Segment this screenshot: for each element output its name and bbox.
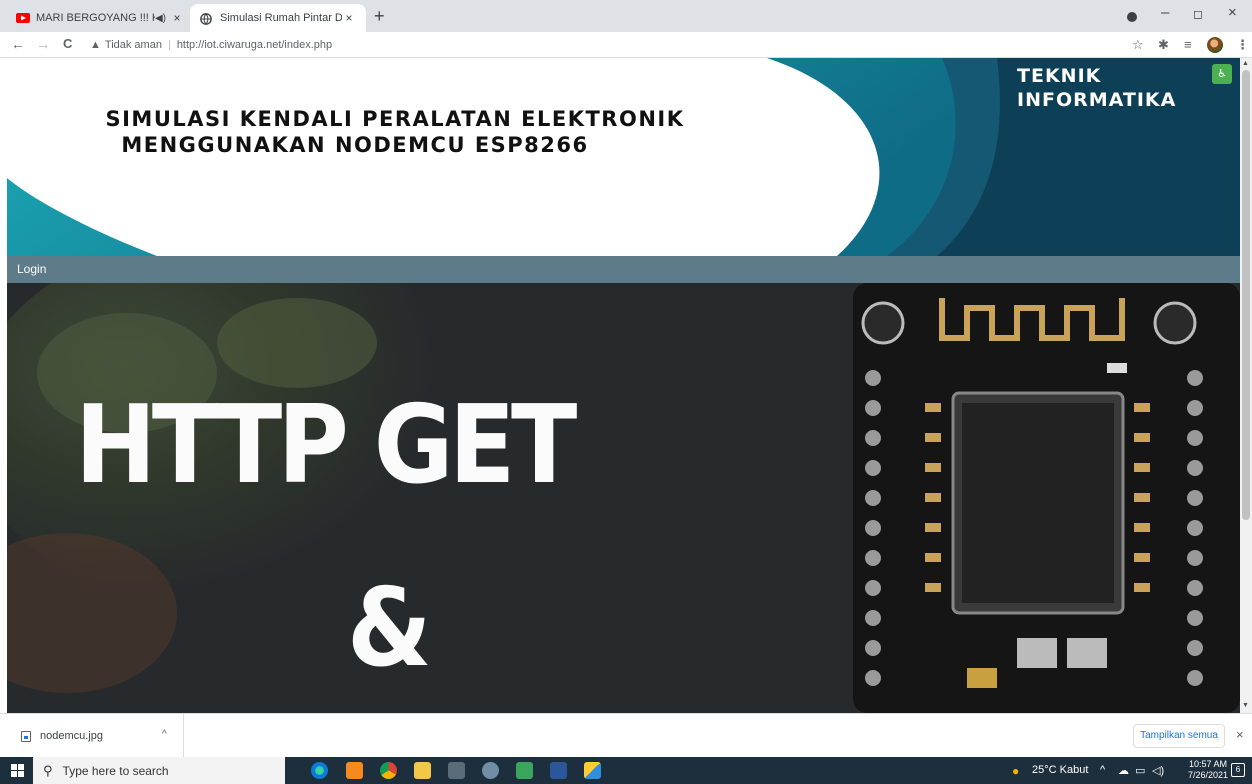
divider: | <box>167 39 171 51</box>
chevron-up-icon[interactable]: ^ <box>1100 764 1105 776</box>
tab-youtube[interactable]: MARI BERGOYANG !!! KOMP ◀) × <box>6 4 194 32</box>
page-title-line-1: SIMULASI KENDALI PERALATAN ELEKTRONIK <box>105 107 685 131</box>
tab-title: Simulasi Rumah Pintar Dengan M <box>220 12 342 24</box>
nodemcu-board-graphic <box>853 283 1240 713</box>
volume-icon[interactable]: ◁) <box>1152 764 1164 777</box>
browser-tabstrip: MARI BERGOYANG !!! KOMP ◀) × Simulasi Ru… <box>0 0 1252 32</box>
chevron-up-icon[interactable]: ^ <box>162 729 167 740</box>
profile-avatar[interactable] <box>1207 37 1223 53</box>
warning-icon[interactable]: ▲ <box>90 39 101 51</box>
folder-icon[interactable] <box>584 762 601 779</box>
windows-taskbar: ⚲ Type here to search ● 25°C Kabut ^ ☁ ▭… <box>0 757 1252 784</box>
close-window-button[interactable]: × <box>1228 4 1237 21</box>
cloud-icon[interactable]: ☁ <box>1118 764 1129 777</box>
nav-menu: Login <box>7 256 1240 283</box>
back-button[interactable]: ← <box>11 36 25 52</box>
accessibility-icon[interactable]: ♿ <box>1212 64 1232 84</box>
scroll-down-arrow-icon[interactable]: ▼ <box>1242 702 1249 709</box>
close-download-bar-icon[interactable]: × <box>1236 727 1244 742</box>
address-bar[interactable]: ▲ Tidak aman | http://iot.ciwaruga.net/i… <box>90 35 1100 55</box>
youtube-icon <box>16 13 30 23</box>
brand-line-2: INFORMATIKA <box>1017 89 1177 111</box>
security-label: Tidak aman <box>104 39 162 51</box>
close-tab-icon[interactable]: × <box>170 11 184 25</box>
weather-icon[interactable]: ● <box>1012 764 1019 778</box>
brand-line-1: TEKNIK <box>1017 65 1102 87</box>
hero-banner: HTTP GET & <box>7 283 1240 713</box>
edge-icon[interactable] <box>311 762 328 779</box>
terminal-icon[interactable] <box>448 762 465 779</box>
reading-list-icon[interactable]: ≡ <box>1184 37 1192 52</box>
forward-button[interactable]: → <box>36 36 50 52</box>
minimize-button[interactable]: – <box>1161 4 1169 21</box>
hero-text-line-2: & <box>347 566 432 691</box>
network-icon[interactable]: ▭ <box>1135 764 1145 777</box>
download-item[interactable]: nodemcu.jpg ^ <box>0 714 184 758</box>
tab-title: MARI BERGOYANG !!! KOMP <box>36 12 155 24</box>
system-clock[interactable]: 10:57 AM 7/26/2021 <box>1188 759 1228 781</box>
clock-time: 10:57 AM <box>1189 759 1228 769</box>
close-tab-icon[interactable]: × <box>342 11 356 25</box>
app-icon[interactable] <box>482 762 499 779</box>
bookmark-star-icon[interactable]: ☆ <box>1132 37 1144 53</box>
scrollbar-thumb[interactable] <box>1242 70 1250 520</box>
page-title-line-2: MENGGUNAKAN NODEMCU ESP8266 <box>121 133 589 157</box>
chrome-icon[interactable] <box>380 762 397 779</box>
url-text[interactable]: http://iot.ciwaruga.net/index.php <box>177 39 332 51</box>
brand-text: TEKNIK INFORMATIKA <box>1017 64 1176 112</box>
windows-start-icon[interactable] <box>11 764 24 777</box>
xampp-icon[interactable] <box>346 762 363 779</box>
show-all-downloads-button[interactable]: Tampilkan semua <box>1133 724 1225 748</box>
menu-kebab-icon[interactable]: ⋮ <box>1236 37 1249 53</box>
search-icon: ⚲ <box>43 762 53 778</box>
scroll-up-arrow-icon[interactable]: ▲ <box>1242 60 1249 67</box>
taskbar-search-box[interactable]: ⚲ Type here to search <box>33 757 285 784</box>
image-file-icon <box>21 731 31 742</box>
word-icon[interactable] <box>550 762 567 779</box>
maximize-button[interactable]: ◻ <box>1193 7 1203 21</box>
tab-active[interactable]: Simulasi Rumah Pintar Dengan M × <box>190 4 366 32</box>
notepad-icon[interactable] <box>516 762 533 779</box>
globe-icon <box>200 13 214 25</box>
page-viewport: SIMULASI KENDALI PERALATAN ELEKTRONIK ME… <box>7 58 1240 713</box>
file-explorer-icon[interactable] <box>414 762 431 779</box>
profile-indicator-icon[interactable] <box>1127 12 1137 22</box>
hero-text-line-1: HTTP GET <box>75 383 577 508</box>
login-link[interactable]: Login <box>17 262 46 276</box>
new-tab-button[interactable]: + <box>374 6 385 27</box>
extensions-icon[interactable]: ✱ <box>1158 37 1169 53</box>
reload-button[interactable]: C <box>63 36 72 51</box>
weather-text[interactable]: 25°C Kabut <box>1032 764 1088 776</box>
clock-date: 7/26/2021 <box>1188 770 1229 780</box>
site-header: SIMULASI KENDALI PERALATAN ELEKTRONIK ME… <box>7 58 1240 256</box>
browser-toolbar: ← → C ▲ Tidak aman | http://iot.ciwaruga… <box>0 32 1252 58</box>
download-bar: nodemcu.jpg ^ Tampilkan semua × <box>0 713 1252 758</box>
search-placeholder: Type here to search <box>62 763 169 778</box>
download-file-name[interactable]: nodemcu.jpg <box>40 730 103 742</box>
page-scrollbar[interactable]: ▲ ▼ <box>1240 58 1252 713</box>
speaker-icon[interactable]: ◀) <box>155 13 166 24</box>
notification-center-icon[interactable]: 6 <box>1231 763 1245 777</box>
